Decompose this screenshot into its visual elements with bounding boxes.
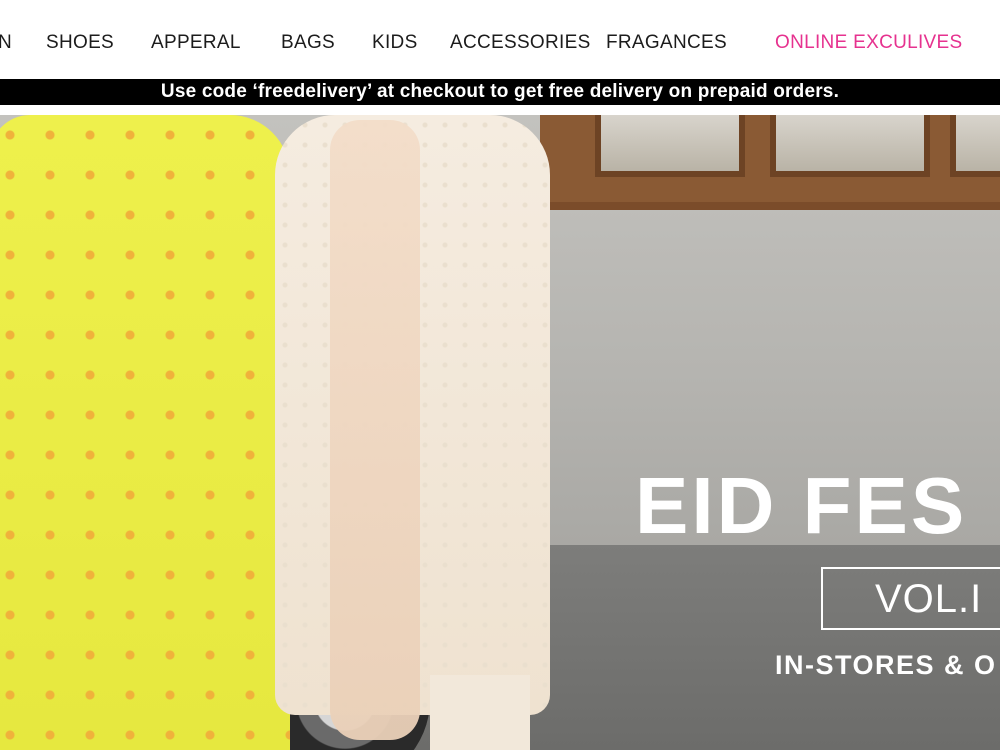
nav-item-apperal[interactable]: APPERAL [151,32,241,54]
nav-item-kids[interactable]: KIDS [372,32,418,54]
hero-banner[interactable]: EID FES VOL.I IN-STORES & O [0,115,1000,750]
nav-item-partial[interactable]: N [0,32,12,54]
nav-item-shoes[interactable]: SHOES [46,32,114,54]
divider [0,105,1000,115]
hero-headline: EID FES [635,461,968,550]
nav-item-online-exclusives[interactable]: ONLINE EXCULIVES [775,32,962,54]
hero-volume-box: VOL.I [821,567,1000,630]
hero-subline: IN-STORES & O [775,650,997,680]
promo-text: Use code ‘freedelivery’ at checkout to g… [160,81,840,102]
model-dupatta-image [330,120,420,740]
promo-banner: Use code ‘freedelivery’ at checkout to g… [0,79,1000,105]
nav-item-fragances[interactable]: FRAGANCES [606,32,727,54]
nav-item-bags[interactable]: BAGS [281,32,335,54]
hero-volume-label: VOL.I [875,577,983,621]
hero-window-image [540,115,1000,210]
model-trouser-image [430,675,530,750]
main-navigation: N SHOES APPERAL BAGS KIDS ACCESSORIES FR… [0,0,1000,79]
nav-item-accessories[interactable]: ACCESSORIES [450,32,591,54]
model-yellow-dress-image [0,115,290,750]
